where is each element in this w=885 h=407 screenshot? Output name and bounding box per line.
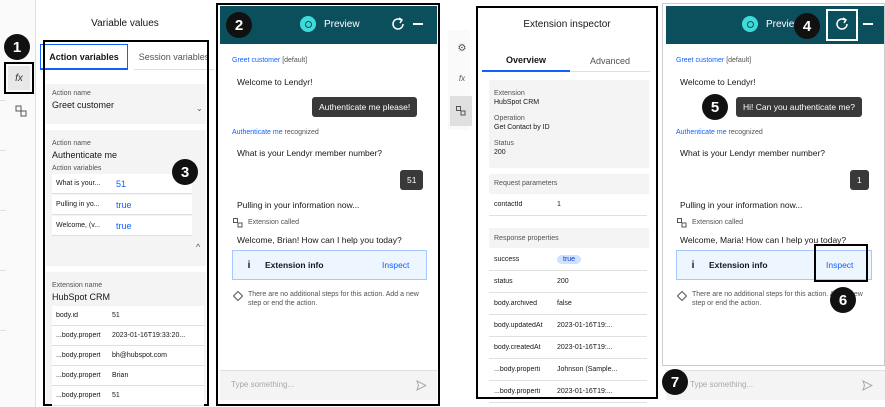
panel-title: Variable values (91, 18, 159, 29)
highlight-box-fx (4, 62, 34, 94)
send-icon[interactable] (860, 378, 874, 392)
ext-row: body.id 51 (52, 306, 204, 326)
callout-badge-3: 3 (172, 159, 198, 185)
action-greet-card[interactable]: Action name Greet customer ⌄ (46, 84, 206, 124)
callout-badge-1: 1 (4, 34, 30, 60)
ext-row: ...body.propert Brian (52, 366, 204, 386)
highlight-box-2 (216, 3, 440, 406)
callout-badge-7: 7 (662, 369, 688, 395)
callout-badge-2: 2 (226, 12, 252, 38)
fx-icon[interactable]: fx (456, 72, 468, 84)
highlight-box-chat2 (662, 3, 885, 366)
ext-row: ...body.propert 51 (52, 386, 204, 406)
chat-input-placeholder: Type something... (690, 380, 754, 389)
highlight-box-inspector (476, 6, 658, 399)
var-row: What is your... 51 (52, 174, 192, 194)
extension-icon[interactable] (14, 104, 28, 118)
callout-badge-5: 5 (702, 94, 728, 120)
var-row: Pulling in yo... true (52, 195, 192, 215)
ext-row: ...body.propert 2023-01-16T19:33:20... (52, 326, 204, 346)
ext-row: ...body.propert bh@hubspot.com (52, 346, 204, 366)
chevron-down-icon[interactable]: ⌄ (196, 104, 203, 113)
var-row: Welcome, (v... true (52, 216, 192, 236)
callout-badge-6: 6 (830, 287, 856, 313)
chevron-up-icon[interactable]: ^ (196, 242, 200, 252)
extension-icon[interactable] (450, 96, 472, 126)
gear-icon[interactable]: ⚙ (456, 42, 468, 54)
callout-badge-4: 4 (794, 13, 820, 39)
